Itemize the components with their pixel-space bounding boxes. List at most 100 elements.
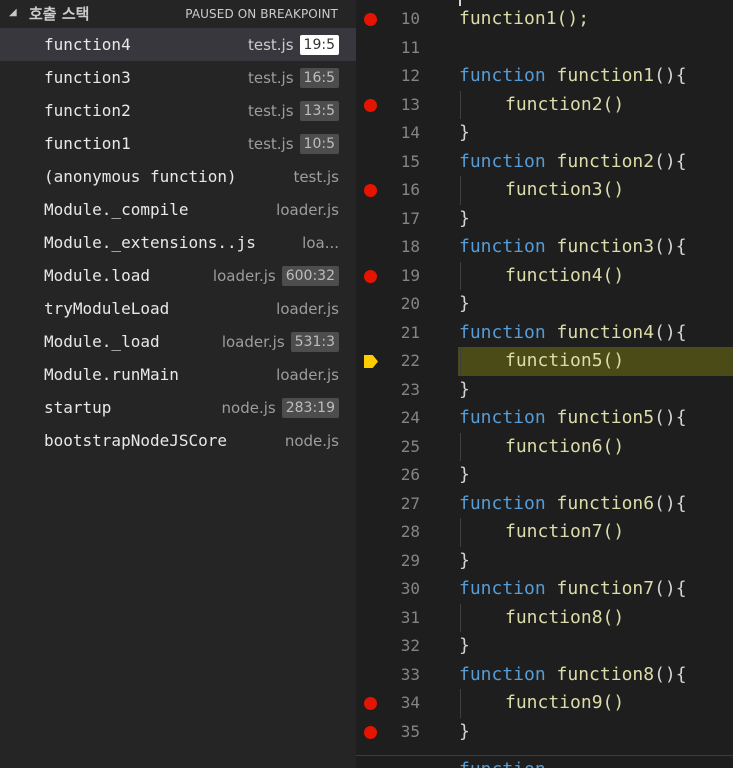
stack-frame[interactable]: tryModuleLoad loader.js xyxy=(0,292,356,325)
code-editor[interactable]: 10 function1(); 11 12 function function1(){1… xyxy=(356,0,733,768)
code-line[interactable]: 13 function2() xyxy=(356,90,733,119)
code-line[interactable]: 16 function3() xyxy=(356,176,733,205)
stack-frame[interactable]: Module._load loader.js 531:3 xyxy=(0,325,356,358)
indent-guide xyxy=(460,90,461,119)
stack-frame[interactable]: startup node.js 283:19 xyxy=(0,391,356,424)
breakpoint-icon[interactable] xyxy=(364,269,377,283)
code-line[interactable]: 20} xyxy=(356,290,733,319)
code-text: function8() xyxy=(505,606,625,628)
code-line[interactable]: 33 function function8(){ xyxy=(356,661,733,690)
code-line[interactable]: 19 function4() xyxy=(356,261,733,290)
code-text: function4() xyxy=(505,264,625,286)
stack-frame[interactable]: function1 test.js 10:5 xyxy=(0,127,356,160)
stack-frame-function: function2 xyxy=(44,101,131,120)
current-line-arrow-icon[interactable] xyxy=(364,355,378,368)
stack-frame-function: tryModuleLoad xyxy=(44,299,170,318)
code-line[interactable]: 17} xyxy=(356,205,733,234)
stack-frame-file: loader.js xyxy=(276,365,339,384)
line-number: 25 xyxy=(400,436,420,456)
line-number: 21 xyxy=(400,322,420,342)
code-line[interactable]: 23} xyxy=(356,376,733,405)
line-number: 18 xyxy=(400,237,420,256)
code-text: function function5(){ xyxy=(459,404,687,433)
stack-frame[interactable]: Module.runMain loader.js xyxy=(0,358,356,391)
punctuation-token: (){ xyxy=(654,150,687,172)
line-number: 27 xyxy=(400,493,420,513)
code-line[interactable]: 21 function function4(){ xyxy=(356,319,733,348)
stack-frame-location: loa... xyxy=(302,226,339,259)
punctuation-token: (){ xyxy=(654,407,687,428)
code-line[interactable]: 11 xyxy=(356,34,733,63)
code-line[interactable]: 10 function1(); xyxy=(356,5,733,34)
stack-frame[interactable]: bootstrapNodeJSCore node.js xyxy=(0,424,356,457)
code-line[interactable]: 35} xyxy=(356,718,733,747)
code-line[interactable]: 31 function8() xyxy=(356,603,733,632)
stack-frame[interactable]: function3 test.js 16:5 xyxy=(0,61,356,94)
code-line[interactable]: 18 function function3(){ xyxy=(356,233,733,262)
line-number: 34 xyxy=(400,693,420,712)
code-text: function3() xyxy=(505,179,625,200)
code-text: function1(); xyxy=(459,8,590,29)
code-line[interactable]: 29} xyxy=(356,547,733,576)
keyword-token: function xyxy=(459,663,546,685)
stack-frame-file: test.js xyxy=(247,68,294,87)
line-number: 26 xyxy=(400,465,420,484)
code-text: } xyxy=(459,293,470,314)
stack-frame[interactable]: Module.load loader.js 600:32 xyxy=(0,259,356,292)
keyword-token: function xyxy=(459,407,546,428)
code-line[interactable]: 25 function6() xyxy=(356,432,733,461)
keyword-token: function xyxy=(459,578,546,599)
code-line[interactable]: 28 function7() xyxy=(356,518,733,547)
line-number: 20 xyxy=(400,294,420,313)
stack-frame-location: test.js 10:5 xyxy=(248,127,339,160)
next-line-partial: function xyxy=(459,756,546,768)
stack-frame[interactable]: function4 test.js 19:5 xyxy=(0,28,356,61)
call-stack-title: 호출 스택 xyxy=(29,5,90,23)
code-text: } xyxy=(459,122,470,143)
call-stack-header[interactable]: ◢ 호출 스택 PAUSED ON BREAKPOINT xyxy=(0,0,356,28)
code-line[interactable]: 22 function5() xyxy=(356,347,733,376)
code-line[interactable]: 24 function function5(){ xyxy=(356,404,733,433)
code-text: } xyxy=(459,635,470,656)
debug-status: PAUSED ON BREAKPOINT xyxy=(185,7,338,21)
breakpoint-icon[interactable] xyxy=(364,13,377,26)
stack-frame[interactable]: Module._compile loader.js xyxy=(0,193,356,226)
line-number: 14 xyxy=(400,123,420,142)
stack-frame-file: loader.js xyxy=(276,200,339,219)
stack-frame-location: test.js xyxy=(293,160,339,193)
code-line[interactable]: 15 function function2(){ xyxy=(356,148,733,177)
keyword-token: function xyxy=(459,150,546,172)
code-text: function function8(){ xyxy=(459,661,687,690)
stack-frame-file: test.js xyxy=(247,101,294,120)
breakpoint-icon[interactable] xyxy=(364,98,377,112)
stack-frame[interactable]: Module._extensions..js loa... xyxy=(0,226,356,259)
stack-frame-file: test.js xyxy=(293,167,339,186)
code-line[interactable]: 30 function function7(){ xyxy=(356,575,733,604)
stack-frame[interactable]: function2 test.js 13:5 xyxy=(0,94,356,127)
code-line[interactable]: 27 function function6(){ xyxy=(356,490,733,519)
stack-frame[interactable]: (anonymous function) test.js xyxy=(0,160,356,193)
function-name-token: function7 xyxy=(556,578,655,599)
code-line[interactable]: 34 function9() xyxy=(356,689,733,718)
chevron-down-icon[interactable]: ◢ xyxy=(9,6,23,20)
code-line[interactable]: 32} xyxy=(356,632,733,661)
stack-frame-function: (anonymous function) xyxy=(44,167,237,186)
stack-frame-file: node.js xyxy=(221,398,276,417)
stack-frame-function: bootstrapNodeJSCore xyxy=(44,431,228,450)
line-number: 29 xyxy=(400,550,420,570)
line-number: 16 xyxy=(400,180,420,199)
breakpoint-icon[interactable] xyxy=(364,184,377,197)
stack-frame-function: Module._extensions..js xyxy=(44,233,256,252)
punctuation-token: (){ xyxy=(654,663,687,685)
code-line[interactable]: 12 function function1(){ xyxy=(356,62,733,91)
code-line[interactable]: 26} xyxy=(356,461,733,490)
line-number: 23 xyxy=(400,379,420,399)
breakpoint-icon[interactable] xyxy=(364,725,377,739)
line-number: 11 xyxy=(400,37,420,57)
code-line[interactable]: 14} xyxy=(356,119,733,148)
stack-frame-location: loader.js xyxy=(276,193,339,226)
stack-frame-file: loa... xyxy=(302,233,339,252)
stack-frame-location: loader.js xyxy=(276,358,339,391)
code-text: } xyxy=(459,207,470,229)
breakpoint-icon[interactable] xyxy=(364,697,377,710)
